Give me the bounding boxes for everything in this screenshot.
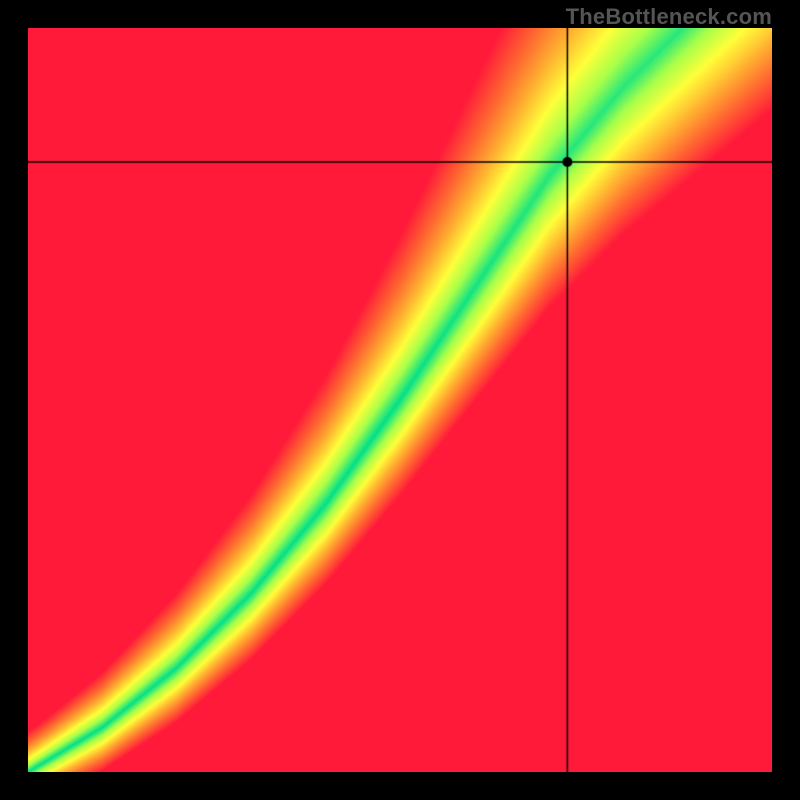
watermark-label: TheBottleneck.com — [566, 4, 772, 30]
chart-frame: TheBottleneck.com — [0, 0, 800, 800]
bottleneck-heatmap — [28, 28, 772, 772]
